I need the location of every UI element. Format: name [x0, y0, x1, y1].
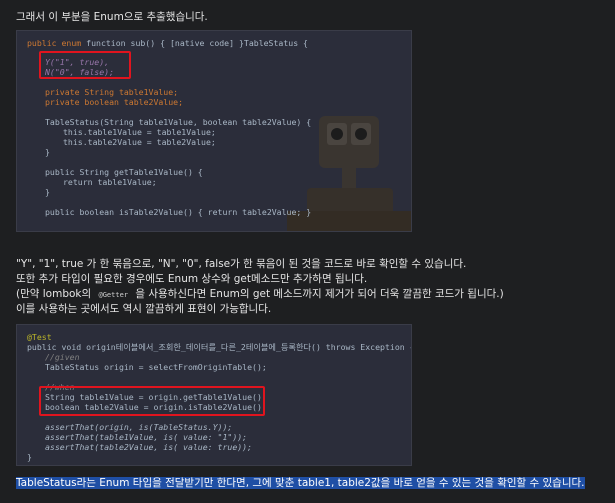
conclusion-highlight: TableStatus라는 Enum 타입을 전달받기만 한다면, 그에 맞춘 … [16, 477, 585, 489]
code1-line5: private boolean table2Value; [45, 97, 184, 107]
when-section-highlight-box [39, 386, 265, 416]
code2-line3: //given [45, 352, 80, 362]
code1-line8: this.table2Value = table2Value; [63, 137, 216, 147]
code2-line9: assertThat(table1Value, is( value: "1"))… [45, 432, 248, 442]
code1-line11: return table1Value; [63, 177, 157, 187]
test-code-block: @Test public void origin테이블에서_조회한_데이터를_다… [16, 324, 412, 466]
enum-constants-highlight-box [39, 51, 131, 79]
getter-inline-code: @Getter [98, 291, 129, 299]
code1-line9: } [45, 147, 50, 157]
code1-line12: } [45, 187, 50, 197]
code2-line11: } [27, 452, 32, 462]
code2-line1: @Test [27, 332, 52, 342]
intro-text: 그래서 이 부분을 Enum으로 추출했습니다. [16, 11, 208, 23]
code1-line6: TableStatus(String table1Value, boolean … [45, 117, 312, 127]
code1-line1: function sub() { [native code] } [86, 38, 244, 48]
code1-line10: public String getTable1Value() { [45, 167, 203, 177]
enum-code-block: public enum function sub() { [native cod… [16, 30, 412, 232]
code1-line7: this.table1Value = table1Value; [63, 127, 216, 137]
paragraph-4: 이를 사용하는 곳에서도 역시 깔끔하게 표현이 가능합니다. [16, 303, 272, 315]
code1-line13: public boolean isTable2Value() { return … [45, 207, 312, 217]
code2-line4: TableStatus origin = selectFromOriginTab… [45, 362, 267, 372]
paragraph-3-end: 을 사용하신다면 Enum의 get 메소드까지 제거가 되어 더욱 깔끔한 코… [135, 288, 504, 300]
paragraph-1: "Y", "1", true 가 한 묶음으로, "N", "0", false… [16, 258, 467, 270]
code1-line4: private String table1Value; [45, 87, 179, 97]
robot-background-image [287, 31, 411, 231]
code2-line10: assertThat(table2Value, is( value: true)… [45, 442, 253, 452]
code2-line2: public void origin테이블에서_조회한_데이터를_다른_2테이블… [27, 342, 412, 352]
paragraph-2: 또한 추가 타입이 필요한 경우에도 Enum 상수와 get메소드만 추가하면… [16, 273, 368, 285]
paragraph-3: (만약 lombok의 @Getter 을 사용하신다면 Enum의 get 메… [16, 287, 504, 302]
conclusion-text: TableStatus라는 Enum 타입을 전달받기만 한다면, 그에 맞춘 … [16, 476, 585, 490]
paragraph-3-start: (만약 lombok의 [16, 288, 92, 300]
code2-line8: assertThat(origin, is(TableStatus.Y)); [45, 422, 233, 432]
